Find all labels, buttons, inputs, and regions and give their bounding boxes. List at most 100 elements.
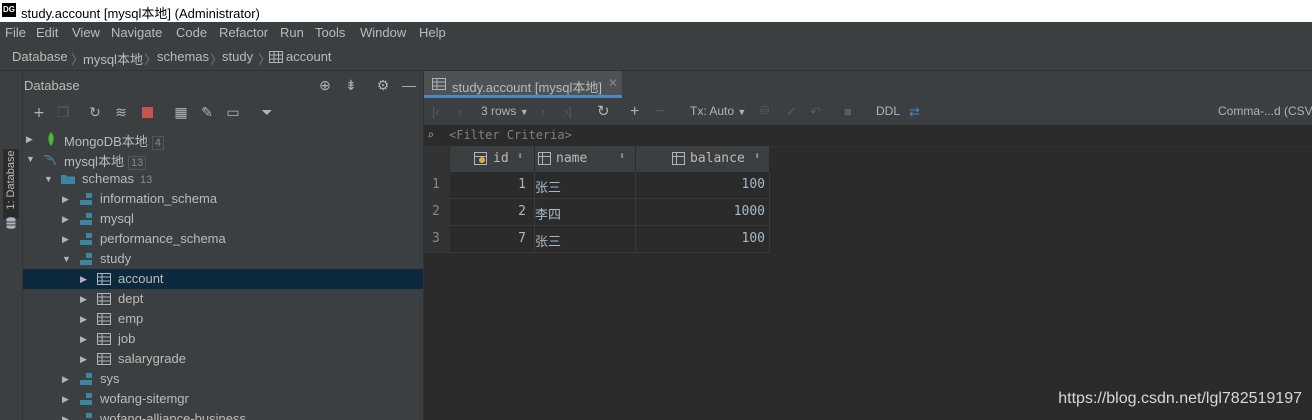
expand-arrow-icon[interactable]: ▶ bbox=[80, 353, 90, 365]
cell-id[interactable]: 1 bbox=[450, 172, 535, 199]
stop-icon[interactable] bbox=[139, 105, 155, 121]
tree-item-sys[interactable]: ▶ sys bbox=[23, 369, 423, 389]
menu-edit[interactable]: Edit bbox=[36, 25, 58, 40]
ddl-button[interactable]: DDL bbox=[876, 104, 900, 119]
cell-balance[interactable]: 100 bbox=[636, 172, 770, 199]
breadcrumb-account[interactable]: account bbox=[286, 49, 332, 64]
menu-run[interactable]: Run bbox=[280, 25, 304, 40]
sort-icon[interactable]: ⬍ bbox=[619, 151, 625, 162]
duplicate-icon[interactable]: ❐ bbox=[55, 105, 71, 121]
last-page-icon[interactable]: ›| bbox=[564, 104, 572, 119]
breadcrumb-mysql[interactable]: mysql本地 bbox=[83, 49, 143, 68]
first-page-icon[interactable]: |‹ bbox=[432, 104, 440, 119]
sort-icon[interactable]: ⬍ bbox=[754, 151, 760, 162]
minimize-icon[interactable]: — bbox=[401, 77, 417, 93]
expand-arrow-icon[interactable]: ▶ bbox=[62, 413, 72, 420]
previous-page-icon[interactable]: ‹ bbox=[458, 104, 462, 119]
expand-arrow-icon[interactable]: ▶ bbox=[80, 273, 90, 285]
gear-icon[interactable]: ⚙ bbox=[375, 77, 391, 93]
cell-name[interactable]: 张三 bbox=[535, 226, 636, 253]
collapse-all-icon[interactable]: ⇟ bbox=[343, 77, 359, 93]
breadcrumb-study[interactable]: study bbox=[222, 49, 253, 64]
breadcrumb-database[interactable]: Database bbox=[12, 49, 68, 64]
menu-window[interactable]: Window bbox=[360, 25, 406, 40]
menu-file[interactable]: File bbox=[5, 25, 26, 40]
expand-arrow-icon[interactable]: ▶ bbox=[26, 133, 36, 145]
expand-arrow-icon[interactable]: ▶ bbox=[62, 373, 72, 385]
close-icon[interactable]: ✕ bbox=[608, 76, 618, 90]
next-page-icon[interactable]: › bbox=[541, 104, 545, 119]
cell-balance[interactable]: 1000 bbox=[636, 199, 770, 226]
expand-arrow-icon[interactable]: ▶ bbox=[80, 333, 90, 345]
menu-refactor[interactable]: Refactor bbox=[219, 25, 268, 40]
tree-item-salarygrade[interactable]: ▶ salarygrade bbox=[23, 349, 423, 369]
rows-dropdown[interactable]: 3 rows ▼ bbox=[481, 104, 529, 120]
schema-properties-icon[interactable]: ≋ bbox=[113, 105, 129, 121]
expand-arrow-icon[interactable]: ▶ bbox=[62, 233, 72, 245]
menu-code[interactable]: Code bbox=[176, 25, 207, 40]
menu-view[interactable]: View bbox=[72, 25, 100, 40]
menu-help[interactable]: Help bbox=[419, 25, 446, 40]
expand-arrow-icon[interactable]: ▶ bbox=[62, 393, 72, 405]
stop-icon[interactable]: ■ bbox=[844, 104, 852, 119]
filter-criteria-input[interactable]: <Filter Criteria> bbox=[449, 128, 572, 142]
transaction-mode-dropdown[interactable]: Tx: Auto ▼ bbox=[690, 104, 746, 120]
refresh-icon[interactable]: ↻ bbox=[87, 105, 103, 121]
refresh-icon[interactable]: ↻ bbox=[597, 104, 610, 119]
table-view-icon[interactable]: ▦ bbox=[173, 105, 189, 121]
expand-arrow-icon[interactable]: ▶ bbox=[62, 213, 72, 225]
breadcrumb-schemas[interactable]: schemas bbox=[157, 49, 209, 64]
rollback-icon[interactable]: ↶ bbox=[810, 104, 821, 119]
cell-text: 2 bbox=[518, 204, 526, 219]
tree-item-wofang-sitemgr[interactable]: ▶ wofang-sitemgr bbox=[23, 389, 423, 409]
tree-item-study[interactable]: ▼ study bbox=[23, 249, 423, 269]
column-header-balance[interactable]: balance ⬍ bbox=[636, 146, 770, 172]
tree-item-performance-schema[interactable]: ▶ performance_schema bbox=[23, 229, 423, 249]
editor-tabs: study.account [mysql本地] ✕ bbox=[424, 71, 1312, 98]
remove-row-icon[interactable]: − bbox=[655, 104, 664, 120]
crosshair-icon[interactable]: ⊕ bbox=[317, 77, 333, 93]
cell-id[interactable]: 7 bbox=[450, 226, 535, 253]
filter-icon[interactable]: ⏷ bbox=[259, 105, 275, 121]
tree-item-wofang-alliance-business[interactable]: ▶ wofang-alliance-business bbox=[23, 409, 423, 420]
column-header-id[interactable]: id ⬍ bbox=[450, 146, 535, 172]
tree-item-account[interactable]: ▶ account bbox=[23, 269, 423, 289]
tree-item-dept[interactable]: ▶ dept bbox=[23, 289, 423, 309]
tab-study-account[interactable]: study.account [mysql本地] ✕ bbox=[424, 71, 622, 98]
console-icon[interactable]: ▭ bbox=[225, 105, 241, 121]
commit-icon[interactable]: ✓ bbox=[786, 104, 797, 119]
tree-item-mongodb[interactable]: ▶ MongoDB本地 4 bbox=[23, 129, 423, 150]
export-format-dropdown[interactable]: Comma-...d (CSV) bbox=[1218, 104, 1312, 119]
collapse-arrow-icon[interactable]: ▼ bbox=[62, 253, 72, 265]
expand-arrow-icon[interactable]: ▶ bbox=[80, 313, 90, 325]
expand-arrow-icon[interactable]: ▶ bbox=[80, 293, 90, 305]
table-icon bbox=[97, 273, 111, 285]
edit-icon[interactable]: ✎ bbox=[199, 105, 215, 121]
menu-navigate[interactable]: Navigate bbox=[111, 25, 162, 40]
cell-name[interactable]: 张三 bbox=[535, 172, 636, 199]
collapse-arrow-icon[interactable]: ▼ bbox=[26, 153, 36, 165]
collapse-arrow-icon[interactable]: ▼ bbox=[44, 173, 54, 185]
schema-icon bbox=[80, 233, 92, 245]
add-row-icon[interactable]: + bbox=[630, 104, 639, 120]
database-commit-icon[interactable]: ⛁ bbox=[760, 104, 769, 119]
expand-arrow-icon[interactable]: ▶ bbox=[62, 193, 72, 205]
menu-tools[interactable]: Tools bbox=[315, 25, 345, 40]
tree-item-text: study bbox=[100, 251, 132, 266]
tree-item-mysql-schema[interactable]: ▶ mysql bbox=[23, 209, 423, 229]
breadcrumb-separator-icon: 〉 bbox=[144, 52, 158, 67]
add-icon[interactable]: + bbox=[31, 105, 47, 121]
cell-text: 1 bbox=[518, 177, 526, 192]
tree-item-emp[interactable]: ▶ emp bbox=[23, 309, 423, 329]
tree-item-mysql[interactable]: ▼ mysql本地 13 bbox=[23, 149, 423, 170]
tree-item-job[interactable]: ▶ job bbox=[23, 329, 423, 349]
tree-item-information-schema[interactable]: ▶ information_schema bbox=[23, 189, 423, 209]
cell-id[interactable]: 2 bbox=[450, 199, 535, 226]
cell-name[interactable]: 李四 bbox=[535, 199, 636, 226]
tree-item-schemas[interactable]: ▼ schemas 13 bbox=[23, 169, 423, 189]
compare-icon[interactable]: ⇄ bbox=[909, 104, 920, 119]
cell-balance[interactable]: 100 bbox=[636, 226, 770, 253]
grid-toolbar: |‹ ‹ 3 rows ▼ › ›| ↻ + − Tx: Auto ▼ ⛁ ✓ … bbox=[424, 98, 1312, 126]
column-header-name[interactable]: name ⬍ bbox=[535, 146, 636, 172]
sort-icon[interactable]: ⬍ bbox=[517, 151, 523, 162]
